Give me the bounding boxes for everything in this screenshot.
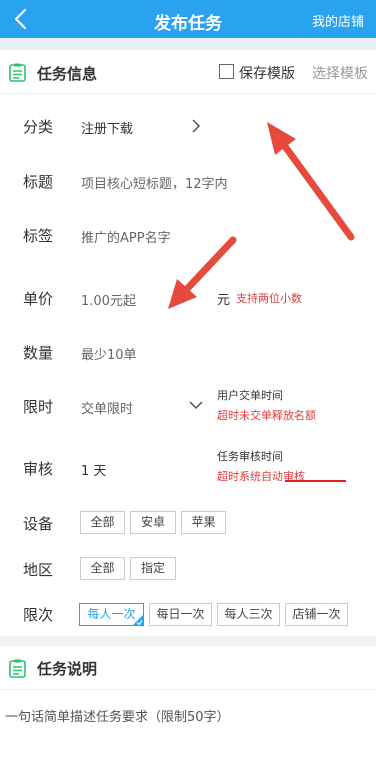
clipboard-list-icon: [9, 659, 26, 678]
select-template-button[interactable]: 选择模板: [312, 63, 368, 83]
time-limit-hint: 超时未交单释放名额: [217, 409, 316, 422]
price-label: 单价: [23, 290, 54, 308]
time-limit-label: 限时: [23, 398, 54, 416]
task-info-title: 任务信息: [37, 65, 98, 83]
device-label: 设备: [23, 515, 54, 533]
chevron-down-icon[interactable]: [189, 400, 203, 410]
device-option-android[interactable]: 安卓: [130, 511, 176, 534]
price-input[interactable]: 1.00元起: [81, 290, 136, 309]
review-label: 审核: [23, 460, 54, 478]
check-icon: [136, 620, 143, 625]
task-form: 分类 注册下载 标题 项目核心短标题，12字内 标签 推广的APP名字 单价 1…: [0, 94, 376, 636]
clipboard-list-icon: [9, 63, 26, 82]
quantity-input[interactable]: 最少10单: [81, 344, 137, 363]
device-option-ios[interactable]: 苹果: [181, 511, 226, 534]
category-select[interactable]: 注册下载: [81, 118, 133, 137]
time-limit-select[interactable]: 交单限时: [81, 398, 133, 417]
region-option-specify[interactable]: 指定: [130, 557, 176, 580]
annotation-underline: [285, 480, 346, 482]
task-desc-header: 任务说明: [0, 646, 376, 690]
chevron-right-icon[interactable]: [191, 118, 201, 134]
task-desc-input[interactable]: 一句话简单描述任务要求（限制50字）: [0, 690, 376, 773]
region-option-all[interactable]: 全部: [80, 557, 125, 580]
tag-input[interactable]: 推广的APP名字: [81, 227, 171, 246]
task-info-header: 任务信息 保存模版 选择模板: [0, 50, 376, 94]
save-template-label[interactable]: 保存模版: [239, 63, 295, 83]
limit-option-shop-once[interactable]: 店铺一次: [285, 603, 348, 626]
time-limit-hint-title: 用户交单时间: [217, 389, 283, 402]
title-label: 标题: [23, 173, 54, 191]
limit-option-per-user-once[interactable]: 每人一次: [79, 603, 144, 626]
limit-option-daily-once[interactable]: 每日一次: [149, 603, 212, 626]
header-divider: [0, 38, 376, 50]
my-shop-link[interactable]: 我的店铺: [312, 11, 364, 30]
price-hint: 支持两位小数: [236, 292, 302, 305]
quantity-label: 数量: [23, 344, 54, 362]
category-label: 分类: [23, 118, 54, 136]
tag-label: 标签: [23, 227, 54, 245]
app-header: 发布任务 我的店铺: [0, 0, 376, 38]
review-value[interactable]: 1 天: [81, 460, 106, 479]
limit-option-per-user-three[interactable]: 每人三次: [217, 603, 280, 626]
review-hint-title: 任务审核时间: [217, 450, 283, 463]
region-label: 地区: [23, 561, 54, 579]
limit-option-label: 每人一次: [87, 607, 136, 621]
title-input[interactable]: 项目核心短标题，12字内: [81, 173, 228, 192]
task-desc-title: 任务说明: [37, 660, 98, 678]
price-unit: 元: [217, 293, 231, 308]
device-option-all[interactable]: 全部: [80, 511, 125, 534]
save-template-checkbox[interactable]: [219, 64, 234, 79]
limit-label: 限次: [23, 606, 54, 624]
task-desc-placeholder: 一句话简单描述任务要求（限制50字）: [5, 710, 230, 725]
